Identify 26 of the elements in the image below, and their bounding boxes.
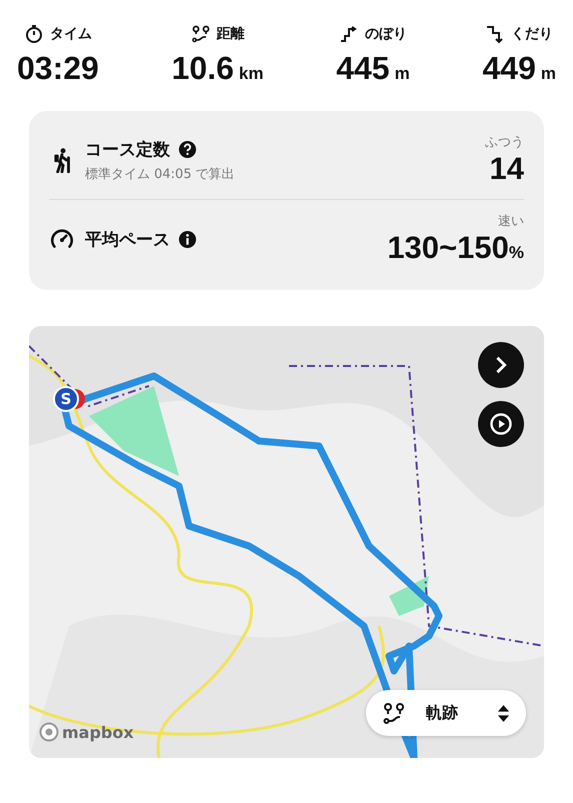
metric-title: 平均ペース (85, 228, 170, 250)
stat-value: 10.6 km (172, 50, 264, 87)
stat-label: 距離 (216, 25, 245, 43)
info-icon[interactable] (178, 230, 197, 248)
stat-value: 445 m (336, 50, 410, 87)
sort-arrows-icon (497, 704, 510, 722)
rating-label: 速い (498, 213, 524, 230)
play-icon (489, 412, 513, 436)
stat-label: くだり (511, 25, 554, 43)
ascent-arrow-icon (338, 24, 359, 44)
stat-label: タイム (50, 25, 92, 43)
stat-label: のぼり (364, 25, 407, 43)
metric-title: コース定数 (85, 138, 170, 160)
metric-value: 130~150% (387, 230, 524, 266)
stopwatch-icon (24, 24, 44, 44)
descent-arrow-icon (485, 24, 506, 44)
route-pins-icon (190, 24, 211, 44)
help-icon[interactable] (178, 140, 197, 158)
stat-value: 03:29 (17, 50, 99, 87)
track-selector[interactable]: 軌跡 (366, 690, 526, 736)
metric-value: 14 (490, 151, 524, 187)
stat-value: 449 m (482, 50, 556, 87)
metric-subtitle: 標準タイム 04:05 で算出 (85, 166, 236, 182)
rating-label: ふつう (485, 134, 524, 151)
route-pins-icon (382, 701, 406, 725)
attribution-text: mapbox (62, 722, 134, 742)
